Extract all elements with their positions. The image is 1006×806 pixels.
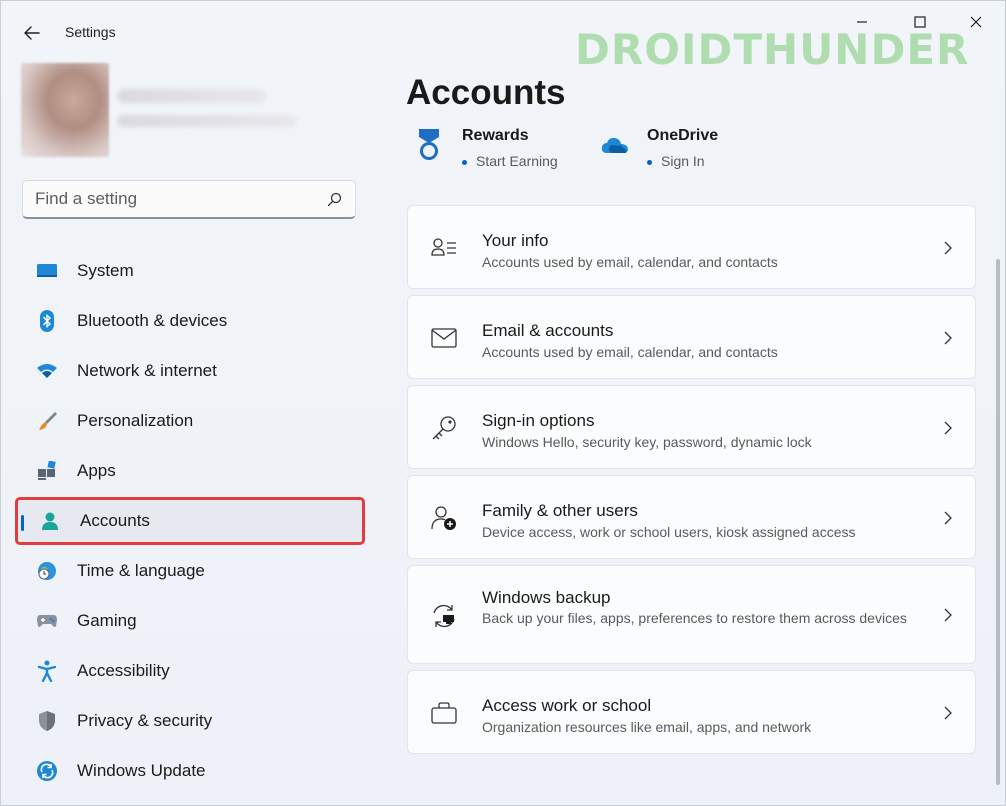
close-icon — [970, 16, 982, 28]
app-title: Settings — [65, 24, 116, 40]
sidebar-item-label: System — [77, 261, 134, 280]
your-info-card[interactable]: Your info Accounts used by email, calend… — [407, 205, 976, 289]
chevron-right-icon — [941, 511, 955, 525]
onedrive-icon — [601, 135, 628, 165]
sidebar-item-label: Apps — [77, 461, 116, 480]
card-subtitle: Back up your files, apps, preferences to… — [482, 610, 907, 626]
search-input[interactable] — [35, 189, 325, 209]
rewards-title: Rewards — [462, 127, 529, 144]
sidebar-item-privacy[interactable]: Privacy & security — [15, 697, 365, 745]
sidebar-item-label: Privacy & security — [77, 711, 213, 730]
sidebar-item-accounts[interactable]: Accounts — [15, 497, 365, 545]
family-users-card[interactable]: Family & other users Device access, work… — [407, 475, 976, 559]
card-title: Windows backup — [482, 588, 611, 607]
card-subtitle: Windows Hello, security key, password, d… — [482, 434, 812, 450]
sidebar-item-label: Accounts — [80, 511, 150, 530]
gamepad-icon — [35, 609, 59, 633]
avatar — [21, 63, 109, 157]
search-icon[interactable] — [325, 190, 343, 208]
card-title: Sign-in options — [482, 411, 595, 430]
selection-indicator — [21, 515, 24, 531]
account-settings-list: Your info Accounts used by email, calend… — [407, 205, 976, 760]
sidebar-item-label: Gaming — [77, 611, 137, 630]
title-bar: Settings DROIDTHUNDER — [1, 1, 1005, 74]
sidebar-item-label: Personalization — [77, 411, 194, 430]
rewards-subtitle: Start Earning — [462, 153, 558, 169]
onedrive-title: OneDrive — [647, 127, 719, 144]
card-title: Email & accounts — [482, 321, 614, 340]
system-icon — [35, 259, 59, 283]
access-work-school-card[interactable]: Access work or school Organization resou… — [407, 670, 976, 754]
back-button[interactable] — [15, 19, 49, 47]
brush-icon — [35, 409, 59, 433]
sidebar-item-label: Accessibility — [77, 661, 170, 680]
accessibility-icon — [35, 659, 59, 683]
minimize-icon — [857, 21, 867, 23]
sidebar-item-network[interactable]: Network & internet — [15, 347, 365, 395]
rewards-icon — [416, 129, 442, 160]
briefcase-icon — [430, 699, 458, 727]
sidebar-item-bluetooth[interactable]: Bluetooth & devices — [15, 297, 365, 345]
page-title: Accounts — [406, 73, 566, 112]
globe-clock-icon — [35, 559, 59, 583]
sidebar-item-gaming[interactable]: Gaming — [15, 597, 365, 645]
card-subtitle: Organization resources like email, apps,… — [482, 719, 812, 735]
card-title: Your info — [482, 231, 549, 250]
scrollbar[interactable] — [996, 259, 1000, 785]
minimize-button[interactable] — [839, 9, 885, 35]
user-profile[interactable] — [21, 63, 303, 157]
accounts-icon — [38, 509, 62, 533]
close-button[interactable] — [953, 9, 999, 35]
key-icon — [430, 414, 458, 442]
sidebar-item-label: Bluetooth & devices — [77, 311, 228, 330]
chevron-right-icon — [941, 331, 955, 345]
back-arrow-icon — [24, 26, 40, 40]
card-title: Family & other users — [482, 501, 638, 520]
update-icon — [35, 759, 59, 783]
windows-backup-card[interactable]: Windows backup Back up your files, apps,… — [407, 565, 976, 664]
chevron-right-icon — [941, 608, 955, 622]
quick-links: Rewards Start Earning OneDrive Sign In — [406, 127, 966, 179]
user-info-icon — [430, 234, 458, 262]
sidebar-item-apps[interactable]: Apps — [15, 447, 365, 495]
card-subtitle: Device access, work or school users, kio… — [482, 524, 856, 540]
shield-icon — [35, 709, 59, 733]
onedrive-subtitle: Sign In — [647, 153, 705, 169]
email-accounts-card[interactable]: Email & accounts Accounts used by email,… — [407, 295, 976, 379]
sidebar-item-label: Network & internet — [77, 361, 217, 380]
backup-icon — [430, 602, 458, 630]
sidebar-item-system[interactable]: System — [15, 247, 365, 295]
sidebar-item-label: Time & language — [77, 561, 205, 580]
search-box — [22, 180, 356, 219]
card-subtitle: Accounts used by email, calendar, and co… — [482, 254, 778, 270]
maximize-button[interactable] — [897, 9, 943, 35]
maximize-icon — [914, 16, 926, 28]
sidebar-nav: System Bluetooth & devices Network & int… — [15, 247, 365, 797]
bluetooth-icon — [35, 309, 59, 333]
sidebar-item-label: Windows Update — [77, 761, 206, 780]
card-subtitle: Accounts used by email, calendar, and co… — [482, 344, 778, 360]
apps-icon — [35, 459, 59, 483]
chevron-right-icon — [941, 706, 955, 720]
sidebar-item-time-language[interactable]: Time & language — [15, 547, 365, 595]
settings-window: Settings DROIDTHUNDER Find a setting Sys… — [0, 0, 1006, 806]
card-title: Access work or school — [482, 696, 652, 715]
profile-details-blurred — [117, 63, 303, 157]
chevron-right-icon — [941, 421, 955, 435]
wifi-icon — [35, 359, 59, 383]
sidebar-item-accessibility[interactable]: Accessibility — [15, 647, 365, 695]
chevron-right-icon — [941, 241, 955, 255]
sidebar-item-personalization[interactable]: Personalization — [15, 397, 365, 445]
mail-icon — [430, 324, 458, 352]
sign-in-options-card[interactable]: Sign-in options Windows Hello, security … — [407, 385, 976, 469]
sidebar-item-windows-update[interactable]: Windows Update — [15, 747, 365, 795]
add-person-icon — [430, 504, 458, 532]
